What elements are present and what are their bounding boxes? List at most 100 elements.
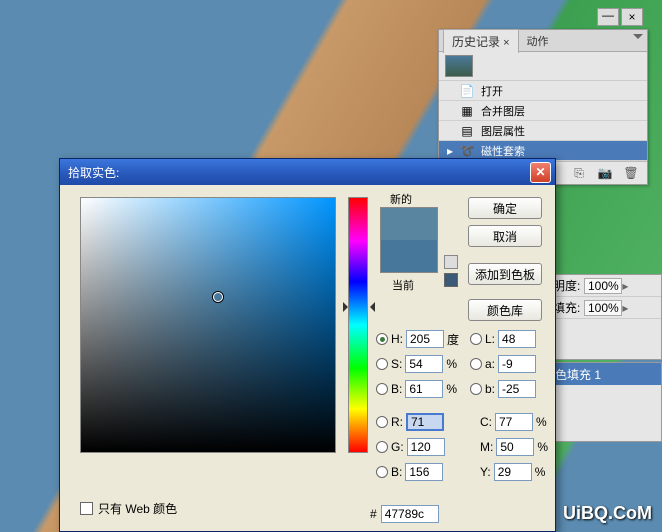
web-only-checkbox[interactable] bbox=[80, 502, 93, 515]
history-item-label: 图层属性 bbox=[481, 123, 525, 139]
y-label: Y: bbox=[480, 465, 491, 479]
b-rgb-row: B: bbox=[376, 463, 443, 481]
dialog-title: 拾取实色: bbox=[64, 164, 530, 181]
l-radio[interactable] bbox=[470, 333, 482, 345]
cancel-button[interactable]: 取消 bbox=[468, 225, 542, 247]
history-item[interactable]: ▦ 合并图层 bbox=[439, 101, 647, 121]
b-lab-label: b: bbox=[485, 382, 495, 396]
y-input[interactable] bbox=[494, 463, 532, 481]
new-color-label: 新的 bbox=[390, 191, 412, 207]
web-only-label: 只有 Web 颜色 bbox=[98, 500, 177, 517]
hex-label: # bbox=[370, 507, 377, 521]
minimize-button[interactable]: — bbox=[597, 8, 619, 26]
g-input[interactable] bbox=[407, 438, 445, 456]
history-tabs: 历史记录 × 动作 bbox=[439, 30, 647, 52]
b-rgb-label: B: bbox=[391, 465, 402, 479]
c-label: C: bbox=[480, 415, 492, 429]
hex-row: # bbox=[370, 505, 439, 523]
merge-icon: ▦ bbox=[457, 103, 477, 119]
g-row: G: bbox=[376, 438, 445, 456]
b-lab-input[interactable] bbox=[498, 380, 536, 398]
snapshot-thumb bbox=[445, 55, 473, 77]
history-item-label: 合并图层 bbox=[481, 103, 525, 119]
r-input[interactable] bbox=[406, 413, 444, 431]
current-color-swatch[interactable] bbox=[381, 240, 437, 272]
m-input[interactable] bbox=[496, 438, 534, 456]
hue-slider[interactable] bbox=[348, 197, 368, 453]
l-label: L: bbox=[485, 332, 495, 346]
s-label: S: bbox=[391, 357, 402, 371]
m-unit: % bbox=[537, 440, 551, 454]
y-row: Y: % bbox=[480, 463, 549, 481]
b-hsb-radio[interactable] bbox=[376, 383, 388, 395]
tab-history[interactable]: 历史记录 × bbox=[443, 29, 519, 53]
c-row: C: % bbox=[480, 413, 550, 431]
l-input[interactable] bbox=[498, 330, 536, 348]
chevron-right-icon[interactable]: ▸ bbox=[622, 279, 632, 293]
r-label: R: bbox=[391, 415, 403, 429]
g-radio[interactable] bbox=[376, 441, 388, 453]
new-doc-icon[interactable]: ⎘ bbox=[571, 166, 587, 180]
h-label: H: bbox=[391, 332, 403, 346]
history-item-label: 打开 bbox=[481, 83, 503, 99]
opacity-field[interactable]: 100% bbox=[584, 278, 622, 294]
r-row: R: bbox=[376, 413, 444, 431]
c-input[interactable] bbox=[495, 413, 533, 431]
l-row: L: bbox=[470, 330, 536, 348]
c-unit: % bbox=[536, 415, 550, 429]
b-rgb-input[interactable] bbox=[405, 463, 443, 481]
new-snapshot-icon[interactable]: 📷 bbox=[597, 166, 613, 180]
add-swatch-button[interactable]: 添加到色板 bbox=[468, 263, 542, 285]
ok-button[interactable]: 确定 bbox=[468, 197, 542, 219]
layers-fill-panel: 色填充 1 bbox=[548, 362, 662, 442]
opacity-label: 明度: bbox=[553, 277, 580, 294]
web-only-row: 只有 Web 颜色 bbox=[80, 500, 177, 517]
h-unit: 度 bbox=[447, 331, 461, 348]
y-unit: % bbox=[535, 465, 549, 479]
s-radio[interactable] bbox=[376, 358, 388, 370]
a-row: a: bbox=[470, 355, 536, 373]
watermark: UiBQ.CoM bbox=[563, 503, 652, 524]
a-radio[interactable] bbox=[470, 358, 482, 370]
open-icon: 📄 bbox=[457, 83, 477, 99]
g-label: G: bbox=[391, 440, 404, 454]
r-radio[interactable] bbox=[376, 416, 388, 428]
h-input[interactable] bbox=[406, 330, 444, 348]
lasso-icon: ➰ bbox=[457, 143, 477, 159]
layer-row[interactable]: 色填充 1 bbox=[549, 363, 661, 385]
color-field[interactable] bbox=[80, 197, 336, 453]
new-color-swatch bbox=[381, 208, 437, 240]
tab-actions[interactable]: 动作 bbox=[519, 30, 557, 52]
close-button[interactable]: ✕ bbox=[530, 162, 551, 183]
fill-field[interactable]: 100% bbox=[584, 300, 622, 316]
a-label: a: bbox=[485, 357, 495, 371]
a-input[interactable] bbox=[498, 355, 536, 373]
layers-opacity-panel: 明度: 100% ▸ 填充: 100% ▸ bbox=[548, 274, 662, 360]
m-label: M: bbox=[480, 440, 493, 454]
color-cursor[interactable] bbox=[213, 292, 223, 302]
panel-menu-icon[interactable] bbox=[633, 34, 643, 39]
color-library-button[interactable]: 颜色库 bbox=[468, 299, 542, 321]
history-snapshot-row[interactable] bbox=[439, 52, 647, 81]
h-radio[interactable] bbox=[376, 333, 388, 345]
panel-close-button[interactable]: × bbox=[621, 8, 643, 26]
b-hsb-label: B: bbox=[391, 382, 402, 396]
websafe-swatch[interactable] bbox=[444, 273, 458, 287]
current-color-label: 当前 bbox=[392, 277, 414, 293]
m-row: M: % bbox=[480, 438, 551, 456]
b-lab-radio[interactable] bbox=[470, 383, 482, 395]
hue-indicator[interactable] bbox=[343, 302, 375, 312]
history-item[interactable]: ▤ 图层属性 bbox=[439, 121, 647, 141]
titlebar[interactable]: 拾取实色: ✕ bbox=[60, 159, 555, 185]
b-lab-row: b: bbox=[470, 380, 536, 398]
b-rgb-radio[interactable] bbox=[376, 466, 388, 478]
history-item[interactable]: 📄 打开 bbox=[439, 81, 647, 101]
s-input[interactable] bbox=[405, 355, 443, 373]
b-hsb-input[interactable] bbox=[405, 380, 443, 398]
chevron-right-icon[interactable]: ▸ bbox=[622, 301, 632, 315]
s-unit: % bbox=[446, 357, 460, 371]
trash-icon[interactable]: 🗑 bbox=[623, 166, 639, 180]
color-picker-dialog: 拾取实色: ✕ 新的 当前 确定 取消 添加到色板 颜色库 H: 度 S: bbox=[59, 158, 556, 532]
cube-icon[interactable] bbox=[444, 255, 458, 269]
hex-input[interactable] bbox=[381, 505, 439, 523]
